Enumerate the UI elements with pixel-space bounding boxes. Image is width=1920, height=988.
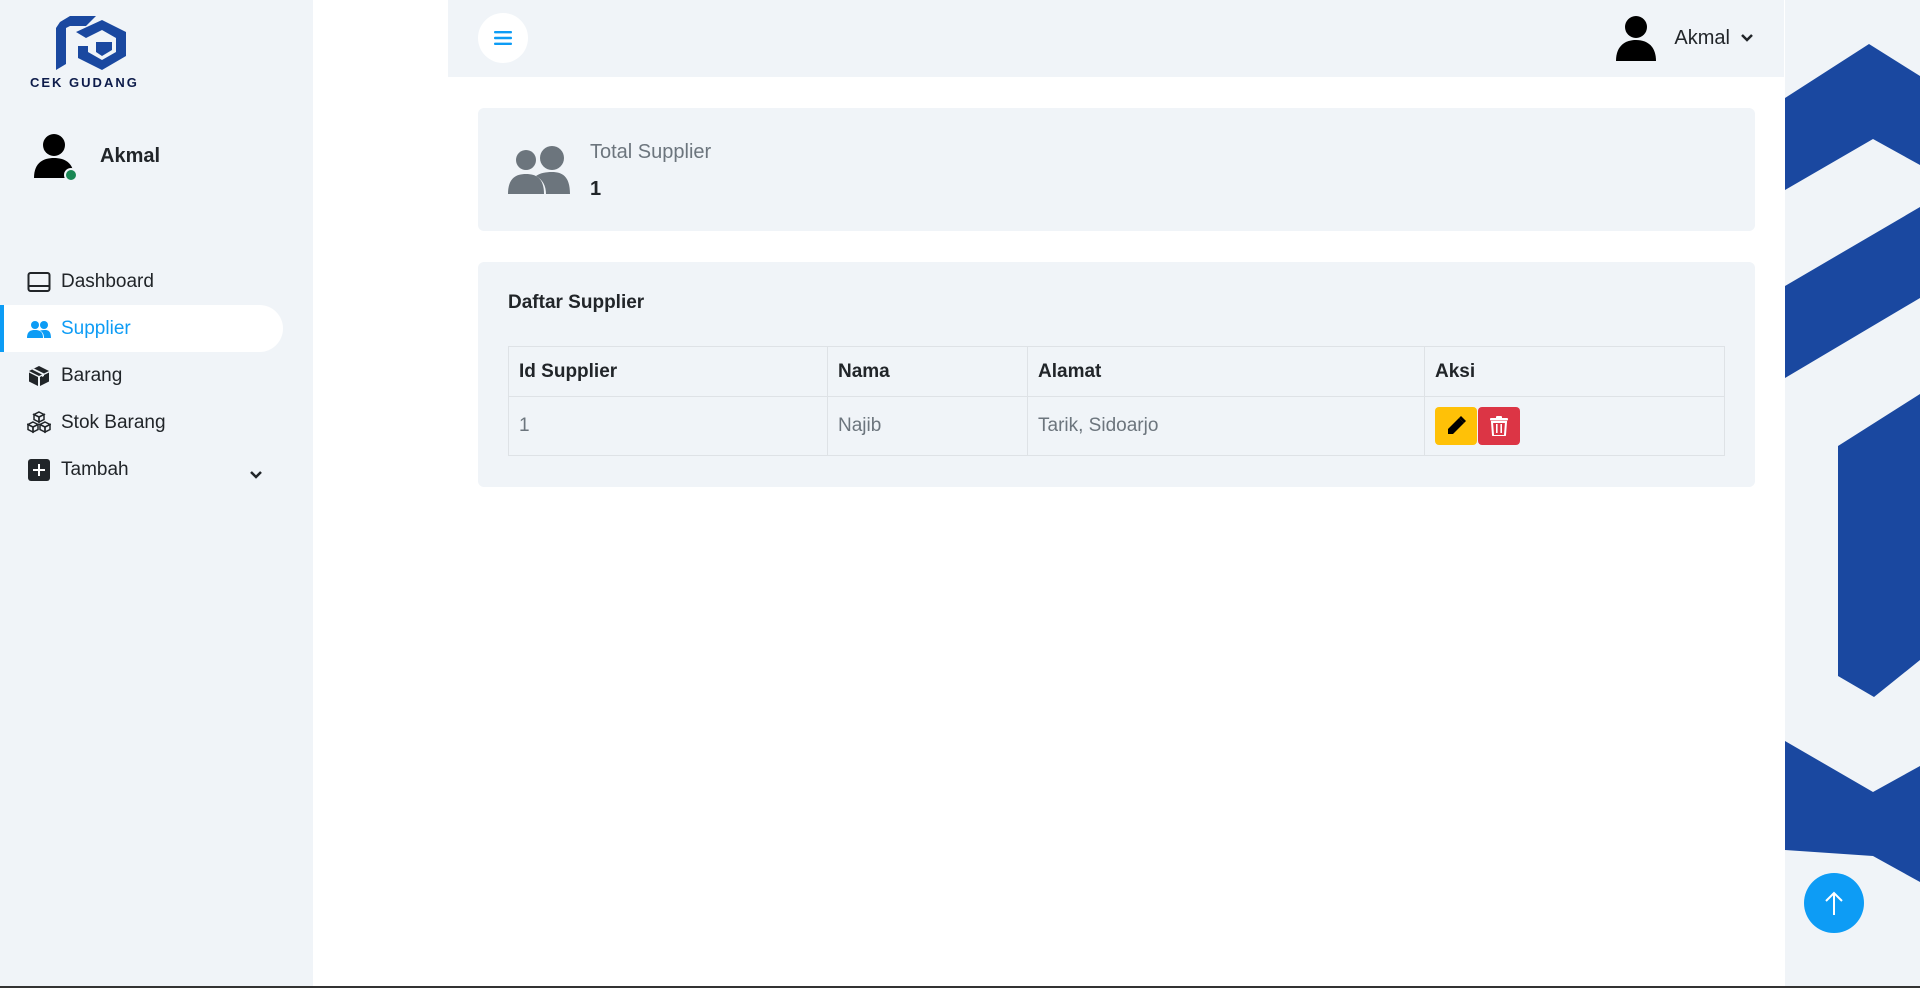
total-supplier-label: Total Supplier [590, 141, 712, 163]
avatar [32, 132, 78, 182]
sidebar-item-supplier[interactable]: Supplier [0, 305, 283, 352]
pencil-icon [1448, 416, 1466, 434]
edit-button[interactable] [1435, 407, 1477, 445]
table-header-row: Id Supplier Nama Alamat Aksi [508, 346, 1725, 397]
sidebar-item-tambah[interactable]: Tambah [0, 446, 313, 493]
sidebar-item-label: Tambah [61, 458, 129, 480]
trash-icon [1490, 416, 1508, 436]
decorative-pattern [1785, 0, 1920, 986]
users-icon [508, 146, 570, 194]
total-supplier-card: Total Supplier 1 [478, 108, 1755, 231]
chevron-down-icon[interactable] [249, 464, 263, 486]
sidebar-nav: Dashboard Supplier Barang Stok Barang Ta… [0, 258, 313, 493]
user-menu-name: Akmal [1674, 26, 1730, 49]
menu-toggle-button[interactable] [478, 13, 528, 63]
online-status-dot [64, 168, 78, 182]
column-header-nama: Nama [827, 346, 1028, 397]
sidebar-item-label: Stok Barang [61, 411, 166, 433]
plus-square-icon [27, 458, 51, 482]
delete-button[interactable] [1478, 407, 1520, 445]
top-header: Akmal [448, 0, 1784, 77]
cell-alamat: Tarik, Sidoarjo [1027, 396, 1425, 456]
brand-name: CEK GUDANG [30, 75, 139, 90]
column-header-aksi: Aksi [1424, 346, 1725, 397]
cell-aksi [1424, 396, 1725, 456]
supplier-table: Id Supplier Nama Alamat Aksi 1 Najib Tar… [508, 346, 1725, 456]
sidebar: CEK GUDANG Akmal Dashboard Supplier Bara… [0, 0, 313, 986]
sidebar-item-label: Supplier [61, 317, 131, 339]
sidebar-item-label: Dashboard [61, 270, 154, 292]
sidebar-item-barang[interactable]: Barang [0, 352, 313, 399]
boxes-icon [27, 410, 51, 435]
cell-id: 1 [508, 396, 828, 456]
scroll-to-top-button[interactable] [1804, 873, 1864, 933]
cell-nama: Najib [827, 396, 1028, 456]
hamburger-icon [494, 31, 512, 45]
profile-name: Akmal [100, 144, 161, 167]
sidebar-item-stok-barang[interactable]: Stok Barang [0, 399, 313, 446]
sidebar-profile: Akmal [32, 132, 161, 182]
supplier-list-card: Daftar Supplier Id Supplier Nama Alamat … [478, 262, 1755, 487]
logo-mark-icon [56, 16, 126, 70]
table-row: 1 Najib Tarik, Sidoarjo [508, 396, 1725, 456]
box-icon [27, 364, 51, 388]
sidebar-item-label: Barang [61, 364, 123, 386]
column-header-id: Id Supplier [508, 346, 828, 397]
arrow-up-icon [1825, 891, 1843, 915]
sidebar-item-dashboard[interactable]: Dashboard [0, 258, 313, 305]
user-menu[interactable]: Akmal [1616, 15, 1754, 61]
brand-logo[interactable]: CEK GUDANG [28, 16, 158, 90]
dashboard-icon [27, 270, 51, 294]
chevron-down-icon [1741, 34, 1753, 42]
users-icon [27, 317, 51, 341]
user-icon [1616, 16, 1657, 61]
column-header-alamat: Alamat [1027, 346, 1425, 397]
total-supplier-value: 1 [590, 178, 602, 200]
supplier-list-title: Daftar Supplier [508, 292, 645, 313]
